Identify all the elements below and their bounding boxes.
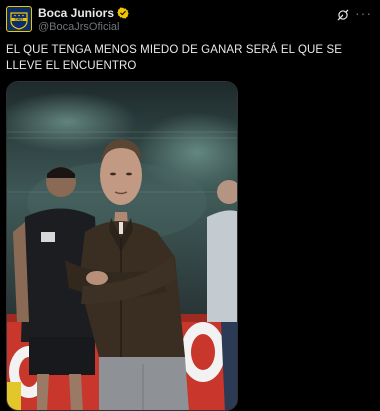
boca-juniors-logo: CABJ — [10, 12, 28, 30]
coach-photo — [7, 82, 237, 410]
post-header: CABJ Boca Juniors @BocaJrsOficial ··· — [6, 6, 372, 36]
verified-badge-icon — [117, 7, 129, 19]
author-name[interactable]: Boca Juniors — [38, 6, 129, 20]
author-name-text[interactable]: Boca Juniors — [38, 6, 114, 20]
avatar[interactable]: CABJ — [6, 6, 32, 32]
author-handle[interactable]: @BocaJrsOficial — [38, 20, 129, 35]
post-text: EL QUE TENGA MENOS MIEDO DE GANAR SERÁ E… — [6, 44, 343, 72]
post-photo[interactable] — [6, 81, 238, 411]
svg-text:CABJ: CABJ — [15, 17, 24, 21]
more-options-icon[interactable]: ··· — [355, 6, 372, 20]
grok-icon[interactable] — [336, 8, 350, 22]
